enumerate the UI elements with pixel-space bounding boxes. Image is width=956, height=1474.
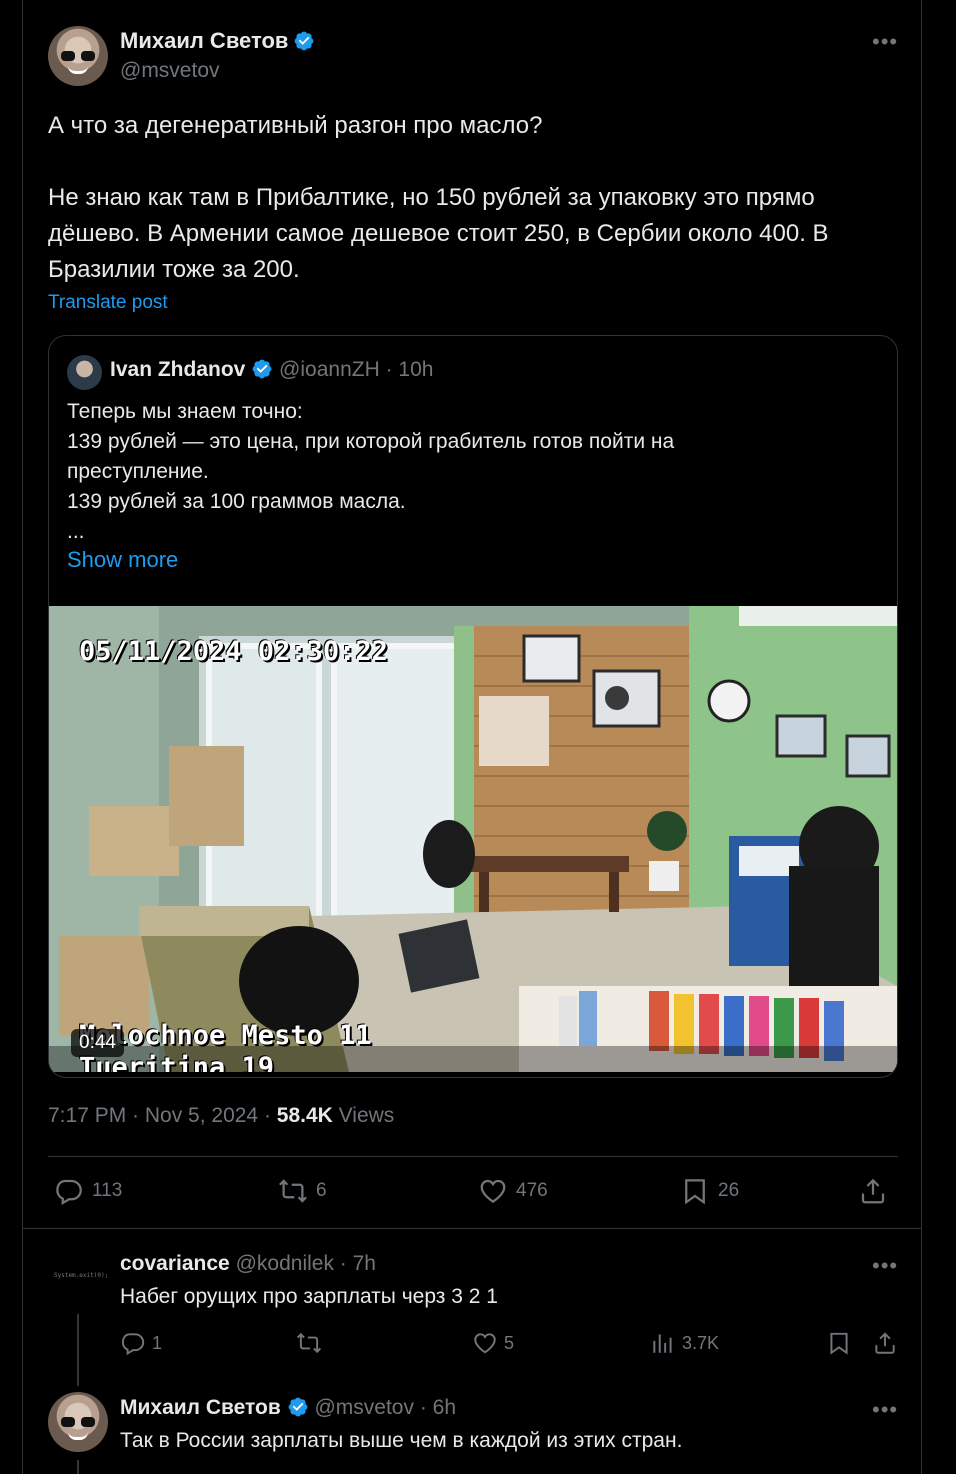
avatar-glasses (61, 51, 95, 61)
quote-line: ... (67, 520, 85, 543)
reply-button[interactable]: 113 (54, 1176, 122, 1206)
tweet-timestamp[interactable]: 7:17 PM · Nov 5, 2024 · (48, 1104, 277, 1127)
divider (23, 1228, 921, 1229)
reply-tweet[interactable]: System.exit(0); covariance @kodnilek · 7… (23, 1246, 921, 1386)
reply-author-avatar[interactable] (48, 1392, 108, 1452)
quote-author-name[interactable]: Ivan Zhdanov (110, 358, 245, 381)
reply-text: Так в России зарплаты выше чем в каждой … (120, 1429, 683, 1452)
avatar-glasses (61, 1417, 95, 1427)
repost-button[interactable]: 6 (278, 1176, 327, 1206)
verified-badge-icon (288, 1397, 308, 1417)
bookmark-button[interactable]: 26 (680, 1176, 739, 1206)
reply-button[interactable]: 1 (120, 1330, 162, 1356)
like-button[interactable]: 5 (472, 1330, 514, 1356)
quote-line: преступление. (67, 460, 209, 483)
views-icon (653, 1334, 672, 1353)
quoted-tweet[interactable]: Ivan Zhdanov @ioannZH · 10h Теперь мы зн… (48, 335, 898, 1078)
share-icon (875, 1332, 895, 1354)
avatar-smile (68, 66, 88, 74)
views-button[interactable]: 3.7K (650, 1330, 719, 1356)
quote-author-handle[interactable]: @ioannZH (279, 358, 380, 381)
tweet-text: А что за дегенеративный разгон про масло… (48, 108, 898, 288)
reply-time[interactable]: · 7h (334, 1252, 376, 1275)
author-handle[interactable]: @msvetov (120, 59, 220, 83)
views-count: 58.4K (276, 1104, 333, 1127)
quote-line: 139 рублей за 100 граммов масла. (67, 490, 406, 513)
verified-badge-icon (294, 31, 314, 51)
tweet-paragraph-2: Не знаю как там в Прибалтике, но 150 руб… (48, 184, 829, 283)
more-icon[interactable]: ••• (872, 1255, 898, 1277)
reply-header: covariance @kodnilek · 7h (120, 1252, 376, 1276)
reply-icon (56, 1179, 82, 1205)
reply-author-name[interactable]: Михаил Светов (120, 1396, 281, 1419)
reply-actions-bar: 1 5 3.7K (120, 1330, 900, 1360)
video-duration-badge: 0:44 (71, 1029, 124, 1057)
avatar-smile (68, 1432, 88, 1440)
tweet-paragraph-1: А что за дегенеративный разгон про масло… (48, 112, 543, 139)
share-button[interactable] (858, 1176, 896, 1206)
repost-icon (296, 1332, 322, 1354)
quote-time[interactable]: · 10h (380, 358, 434, 381)
reply-count: 1 (152, 1332, 163, 1353)
reply-count: 113 (92, 1180, 123, 1201)
repost-button[interactable] (296, 1330, 328, 1356)
reply-author-handle[interactable]: @kodnilek (236, 1252, 334, 1275)
like-count: 5 (504, 1332, 515, 1353)
tweet-actions-bar: 113 6 476 26 (48, 1170, 898, 1214)
author-header: Михаил Светов (120, 28, 315, 54)
thread-line (77, 1314, 79, 1386)
video-timestamp-overlay: 05/11/2024 02:30:22 (79, 636, 388, 667)
quote-header: Ivan Zhdanov @ioannZH · 10h (110, 358, 433, 382)
share-icon (861, 1178, 885, 1204)
views-count: 3.7K (682, 1332, 720, 1353)
avatar-code-text: System.exit(0); (54, 1272, 109, 1279)
author-avatar[interactable] (48, 26, 108, 86)
verified-badge-icon (252, 359, 272, 379)
video-player[interactable]: 05/11/2024 02:30:22 Molochnoe Mesto 11 T… (49, 606, 897, 1072)
bookmark-icon (830, 1332, 848, 1355)
tweet-meta: 7:17 PM · Nov 5, 2024 · 58.4K Views (48, 1104, 394, 1128)
views-label: Views (332, 1104, 395, 1127)
like-button[interactable]: 476 (478, 1176, 548, 1206)
reply-author-handle[interactable]: @msvetov (314, 1396, 414, 1419)
reply-time[interactable]: · 6h (414, 1396, 456, 1419)
translate-post-link[interactable]: Translate post (48, 292, 168, 314)
author-name[interactable]: Михаил Светов (120, 28, 288, 53)
reply-author-name[interactable]: covariance (120, 1252, 230, 1275)
reply-author-avatar[interactable]: System.exit(0); (48, 1246, 108, 1306)
bookmark-icon (685, 1179, 705, 1205)
quote-line: Теперь мы знаем точно: (67, 400, 303, 423)
quote-text: Теперь мы знаем точно: 139 рублей — это … (67, 397, 867, 547)
like-count: 476 (516, 1180, 548, 1201)
share-button[interactable] (872, 1330, 904, 1356)
reply-header: Михаил Светов @msvetov · 6h (120, 1396, 456, 1420)
thread-line (77, 1460, 79, 1474)
cctv-scene-image (49, 606, 897, 1072)
bookmark-count: 26 (718, 1180, 740, 1201)
like-icon (480, 1179, 506, 1203)
reply-icon (121, 1333, 145, 1356)
repost-icon (279, 1179, 307, 1203)
more-icon[interactable]: ••• (872, 1399, 898, 1421)
quote-author-avatar[interactable] (67, 355, 102, 390)
repost-count: 6 (316, 1180, 327, 1201)
more-icon[interactable]: ••• (872, 31, 898, 53)
show-more-link[interactable]: Show more (67, 547, 178, 573)
like-icon (474, 1333, 496, 1354)
bookmark-button[interactable] (826, 1330, 858, 1356)
reply-tweet[interactable]: Михаил Светов @msvetov · 6h ••• Так в Ро… (23, 1390, 921, 1474)
divider (48, 1156, 898, 1157)
reply-text: Набег орущих про зарплаты черз 3 2 1 (120, 1285, 498, 1308)
quote-line: 139 рублей — это цена, при которой граби… (67, 430, 675, 453)
tweet-detail-column: Михаил Светов @msvetov ••• А что за деге… (22, 0, 922, 1474)
